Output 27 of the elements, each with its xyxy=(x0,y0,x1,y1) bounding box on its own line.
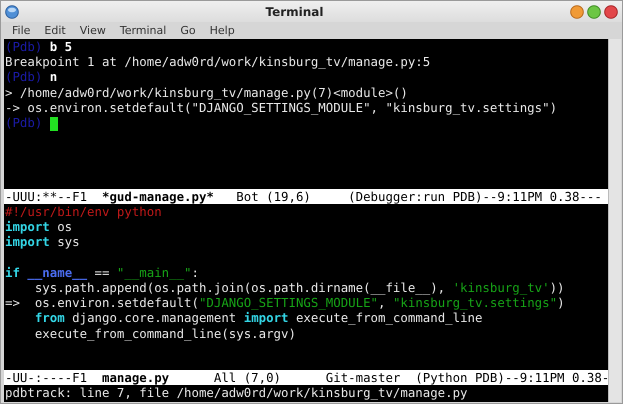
menu-item[interactable]: Edit xyxy=(37,24,73,37)
close-button[interactable] xyxy=(604,4,618,18)
code-line: sys.path.append(os.path.join(os.path.dirname(__file__), 'kinsburg_tv')) xyxy=(34,280,566,296)
menu-item[interactable]: Terminal xyxy=(112,24,174,37)
minimize-button[interactable] xyxy=(570,4,584,18)
terminal-line: (Pdb) xyxy=(5,114,608,130)
code-line: if __name__ == "__main__": xyxy=(5,264,200,280)
code-line: #!/usr/bin/env python xyxy=(5,204,163,220)
echo-area: pdbtrack: line 7, file /home/adw0rd/work/kinsburg_tv/manage.py xyxy=(4,385,608,402)
code-line: import os xyxy=(5,219,74,234)
menu-item[interactable]: Go xyxy=(173,24,203,37)
code-line: execute_from_command_line(sys.argv) xyxy=(34,326,297,341)
terminal-line: > /home/adw0rd/work/kinsburg_tv/manage.py(7)<module>() xyxy=(5,84,409,100)
window-title: Terminal xyxy=(264,4,325,18)
terminal-line: -> os.environ.setdefault("DJANGO_SETTINGS_MODULE", "kinsburg_tv.settings") xyxy=(5,100,558,115)
window-menu-icon[interactable] xyxy=(5,4,19,18)
code-line: import sys xyxy=(5,234,81,250)
menu-item[interactable]: View xyxy=(72,24,113,37)
code-line: => os.environ.setdefault("DJANGO_SETTINGS_MODULE", "kinsburg_tv.settings") xyxy=(5,295,566,310)
terminal-line: (Pdb) n xyxy=(5,69,58,85)
menu-item[interactable]: Help xyxy=(202,24,242,37)
terminal-line: Breakpoint 1 at /home/adw0rd/work/kinsburg_tv/manage.py:5 xyxy=(5,54,432,70)
code-line: from django.core.management import execute_from_command_line xyxy=(34,310,484,326)
scrollbar[interactable] xyxy=(608,39,621,402)
maximize-button[interactable] xyxy=(587,4,601,18)
menu-item[interactable]: File xyxy=(5,24,38,37)
terminal-line: (Pdb) b 5 xyxy=(5,39,74,54)
